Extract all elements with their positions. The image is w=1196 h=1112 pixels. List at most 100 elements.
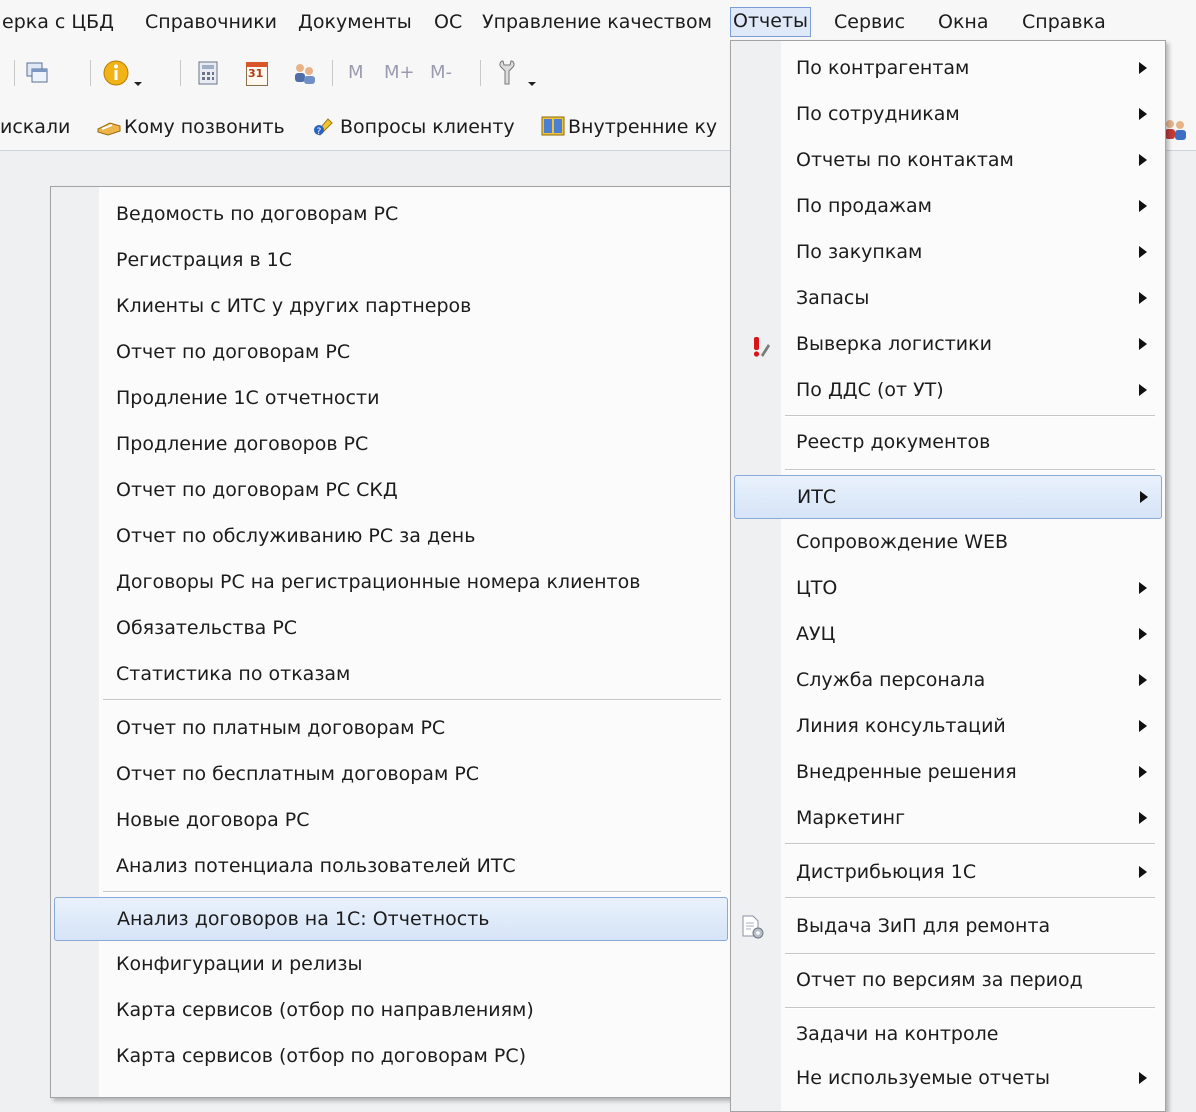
menu-item-label: По продажам <box>796 195 932 217</box>
reports-item-kontragenty[interactable]: По контрагентам <box>731 47 1165 89</box>
info-icon[interactable] <box>102 59 130 89</box>
menu-item-label: Регистрация в 1С <box>116 249 293 271</box>
its-item-otchet-rs-skd[interactable]: Отчет по договорам РС СКД <box>51 469 731 511</box>
question-pencil-icon: ? <box>312 115 338 137</box>
submenu-arrow-icon <box>1139 384 1147 396</box>
menu-item-label: По ДДС (от УТ) <box>796 379 944 401</box>
its-item-konfiguracii[interactable]: Конфигурации и релизы <box>51 943 731 985</box>
reports-item-vydacha-zip[interactable]: Выдача ЗиП для ремонта <box>731 905 1165 947</box>
its-item-statistika-otkazov[interactable]: Статистика по отказам <box>51 653 731 695</box>
chevron-down-icon[interactable] <box>526 66 538 96</box>
its-item-platnye[interactable]: Отчет по платным договорам РС <box>51 707 731 749</box>
calendar-icon[interactable]: 31 <box>244 60 268 90</box>
menu-item-label: По сотрудникам <box>796 103 960 125</box>
menu-separator <box>785 897 1155 899</box>
toolbar-separator <box>14 60 15 86</box>
reports-item-kontakty[interactable]: Отчеты по контактам <box>731 139 1165 181</box>
its-item-analiz-dogovorov-otchetnost[interactable]: Анализ договоров на 1С: Отчетность <box>54 897 728 941</box>
reports-item-zapasy[interactable]: Запасы <box>731 277 1165 319</box>
submenu-arrow-icon <box>1139 62 1147 74</box>
reports-item-sluzhba-personala[interactable]: Служба персонала <box>731 659 1165 701</box>
menu-sverka[interactable]: ерка с ЦБД <box>0 8 116 36</box>
reports-item-marketing[interactable]: Маркетинг <box>731 797 1165 839</box>
menu-item-label: Новые договора РС <box>116 809 310 831</box>
link-voprosy-klientu[interactable]: ? Вопросы клиенту <box>312 112 515 142</box>
menu-os[interactable]: ОС <box>432 8 464 36</box>
its-item-analiz-potenciala[interactable]: Анализ потенциала пользователей ИТС <box>51 845 731 887</box>
submenu-arrow-icon <box>1139 1072 1147 1084</box>
reports-item-soprovozhdenie-web[interactable]: Сопровождение WEB <box>731 521 1165 563</box>
reports-dropdown-menu: По контрагентам По сотрудникам Отчеты по… <box>730 40 1166 1112</box>
its-item-besplatnye[interactable]: Отчет по бесплатным договорам РС <box>51 753 731 795</box>
menu-item-label: Отчет по договорам РС <box>116 341 351 363</box>
menu-item-label: Задачи на контроле <box>796 1023 999 1045</box>
link-vnutrennie[interactable]: Внутренние ку <box>540 112 717 142</box>
menu-okna[interactable]: Окна <box>936 8 991 36</box>
submenu-arrow-icon <box>1140 491 1148 503</box>
menu-item-label: По контрагентам <box>796 57 970 79</box>
its-item-klienty-its[interactable]: Клиенты с ИТС у других партнеров <box>51 285 731 327</box>
menu-servis[interactable]: Сервис <box>832 8 907 36</box>
its-item-otchet-rs[interactable]: Отчет по договорам РС <box>51 331 731 373</box>
reports-item-zadachi-na-kontrole[interactable]: Задачи на контроле <box>731 1013 1165 1055</box>
menu-item-label: Отчет по бесплатным договорам РС <box>116 763 480 785</box>
reports-item-vnedrennye-resheniya[interactable]: Внедренные решения <box>731 751 1165 793</box>
reports-item-cto[interactable]: ЦТО <box>731 567 1165 609</box>
menu-spravka[interactable]: Справка <box>1020 8 1108 36</box>
memory-button[interactable]: M <box>348 58 364 88</box>
menu-item-label: Не используемые отчеты <box>796 1067 1050 1089</box>
menu-separator <box>785 1007 1155 1009</box>
reports-item-its[interactable]: ИТС <box>734 475 1162 519</box>
menu-item-label: Отчет по обслуживанию РС за день <box>116 525 476 547</box>
tools-icon[interactable] <box>496 58 520 88</box>
reports-item-prodazhi[interactable]: По продажам <box>731 185 1165 227</box>
reports-item-viverka-logistiki[interactable]: Выверка логистики <box>731 323 1165 365</box>
document-gear-icon <box>739 913 765 955</box>
its-item-vedomost[interactable]: Ведомость по договорам РС <box>51 193 731 235</box>
menu-item-label: Статистика по отказам <box>116 663 351 685</box>
its-item-karta-dogovory[interactable]: Карта сервисов (отбор по договорам РС) <box>51 1035 731 1077</box>
its-item-prodlenie-otchetnosti[interactable]: Продление 1С отчетности <box>51 377 731 419</box>
reports-item-sotrudniki[interactable]: По сотрудникам <box>731 93 1165 135</box>
reports-item-distribyuciya[interactable]: Дистрибьюция 1С <box>731 851 1165 893</box>
calculator-icon[interactable] <box>196 60 220 90</box>
reports-item-liniya-konsultaciy[interactable]: Линия консультаций <box>731 705 1165 747</box>
menu-separator <box>103 699 721 701</box>
window-copy-icon[interactable] <box>24 60 50 90</box>
menu-item-label: По закупкам <box>796 241 923 263</box>
menu-spravochniki[interactable]: Справочники <box>143 8 279 36</box>
its-item-obyazatelstva[interactable]: Обязательства РС <box>51 607 731 649</box>
reports-item-ne-ispolzuemye[interactable]: Не используемые отчеты <box>731 1057 1165 1099</box>
its-item-prodlenie-dogovorov[interactable]: Продление договоров РС <box>51 423 731 465</box>
link-iskali[interactable]: искали <box>0 112 70 142</box>
its-item-registraciya[interactable]: Регистрация в 1С <box>51 239 731 281</box>
reports-item-reestr-dokumentov[interactable]: Реестр документов <box>731 421 1165 463</box>
submenu-arrow-icon <box>1139 292 1147 304</box>
its-item-dogovory-reg-nomera[interactable]: Договоры РС на регистрационные номера кл… <box>51 561 731 603</box>
submenu-arrow-icon <box>1139 812 1147 824</box>
menu-item-label: ИТС <box>797 486 837 508</box>
menu-dokumenty[interactable]: Документы <box>296 8 414 36</box>
its-submenu: Ведомость по договорам РС Регистрация в … <box>50 186 732 1098</box>
menu-separator <box>103 891 721 893</box>
submenu-arrow-icon <box>1139 154 1147 166</box>
reports-item-otchet-po-versiyam[interactable]: Отчет по версиям за период <box>731 959 1165 1001</box>
memory-minus-button[interactable]: M- <box>430 58 452 88</box>
its-item-karta-napravleniya[interactable]: Карта сервисов (отбор по направлениям) <box>51 989 731 1031</box>
menu-item-label: Выдача ЗиП для ремонта <box>796 915 1051 937</box>
menu-upravlenie-kachestvom[interactable]: Управление качеством <box>480 8 714 36</box>
reports-item-dds[interactable]: По ДДС (от УТ) <box>731 369 1165 411</box>
its-item-obsluzhivanie[interactable]: Отчет по обслуживанию РС за день <box>51 515 731 557</box>
reports-item-zakupki[interactable]: По закупкам <box>731 231 1165 273</box>
reports-item-auc[interactable]: АУЦ <box>731 613 1165 655</box>
menu-item-label: Анализ потенциала пользователей ИТС <box>116 855 516 877</box>
users-icon[interactable] <box>292 60 318 90</box>
menu-item-label: Отчеты по контактам <box>796 149 1014 171</box>
phone-icon <box>96 116 122 136</box>
menu-separator <box>785 415 1155 417</box>
chevron-down-icon[interactable] <box>132 66 144 96</box>
memory-plus-button[interactable]: M+ <box>384 58 415 88</box>
its-item-novye[interactable]: Новые договора РС <box>51 799 731 841</box>
link-komu-pozvonit[interactable]: Кому позвонить <box>96 112 285 142</box>
menu-otchety[interactable]: Отчеты <box>730 7 812 37</box>
